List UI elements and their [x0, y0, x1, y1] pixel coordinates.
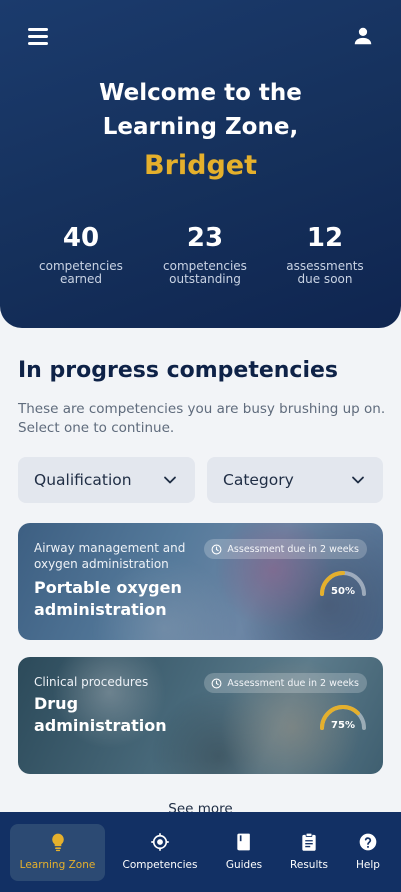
nav-item-guides[interactable]: Guides: [216, 824, 272, 881]
stat-label: assessments due soon: [286, 259, 364, 286]
nav-item-results[interactable]: Results: [282, 824, 336, 881]
nav-label: Competencies: [122, 859, 198, 871]
stat-value: 12: [306, 223, 344, 253]
progress-percent: 50%: [331, 586, 355, 597]
assessment-due-badge: Assessment due in 2 weeks: [204, 673, 367, 693]
nav-label: Help: [356, 859, 380, 871]
progress-percent: 75%: [331, 720, 355, 731]
nav-label: Guides: [225, 859, 263, 871]
target-icon: [151, 833, 169, 851]
card-title: Portable oxygen administration: [34, 578, 182, 619]
hero-header: Welcome to the Learning Zone, Bridget 40…: [0, 0, 401, 328]
section-description: These are competencies you are busy brus…: [18, 401, 386, 436]
card-title: Drug administration: [34, 694, 167, 735]
clock-icon: [211, 544, 222, 554]
nav-item-competencies[interactable]: Competencies: [115, 824, 205, 881]
stat-assessments-due: 12 assessments due soon: [265, 222, 385, 286]
nav-item-help[interactable]: Help: [345, 824, 391, 881]
nav-item-learning-zone[interactable]: Learning Zone: [10, 824, 105, 881]
welcome-line-2: Learning Zone,: [102, 114, 299, 140]
nav-label: Results: [290, 859, 328, 871]
stat-label: competencies earned: [39, 259, 123, 286]
progress-gauge: 75%: [317, 701, 369, 735]
card-category: Airway management and oxygen administrat…: [34, 541, 186, 571]
qualification-dropdown-label: Qualification: [34, 471, 132, 489]
welcome-heading: Welcome to the Learning Zone,: [0, 76, 401, 144]
nav-label: Learning Zone: [19, 859, 96, 871]
clock-icon: [211, 678, 222, 688]
hamburger-menu-icon[interactable]: [28, 28, 48, 45]
stat-competencies-earned: 40 competencies earned: [21, 222, 141, 286]
section-title: In progress competencies: [18, 358, 339, 383]
assessment-due-badge: Assessment due in 2 weeks: [204, 539, 367, 559]
bottom-nav: Learning Zone Competencies Guides Result…: [0, 812, 401, 892]
stat-competencies-outstanding: 23 competencies outstanding: [145, 222, 265, 286]
chevron-down-icon: [352, 476, 364, 484]
progress-gauge: 50%: [317, 567, 369, 601]
chevron-down-icon: [164, 476, 176, 484]
stat-value: 23: [186, 223, 224, 253]
lightbulb-icon: [51, 833, 64, 852]
user-icon[interactable]: [352, 25, 374, 47]
book-icon: [237, 833, 250, 851]
competency-card[interactable]: Airway management and oxygen administrat…: [18, 523, 383, 640]
category-dropdown[interactable]: Category: [207, 457, 383, 503]
stat-value: 40: [62, 223, 100, 253]
card-category: Clinical procedures: [34, 675, 149, 689]
help-circle-icon: [359, 833, 377, 851]
welcome-line-1: Welcome to the: [99, 80, 302, 106]
clipboard-icon: [302, 832, 316, 851]
stat-label: competencies outstanding: [163, 259, 247, 286]
competency-card[interactable]: Clinical procedures Drug administration A…: [18, 657, 383, 774]
category-dropdown-label: Category: [223, 471, 294, 489]
qualification-dropdown[interactable]: Qualification: [18, 457, 195, 503]
user-name: Bridget: [143, 150, 258, 181]
